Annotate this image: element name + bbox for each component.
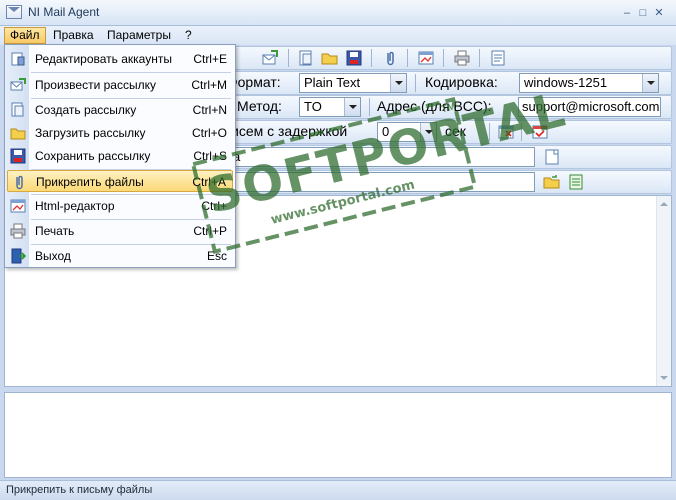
menu-item-create-mailing[interactable]: Создать рассылку Ctrl+N xyxy=(7,99,233,121)
close-icon[interactable]: ✕ xyxy=(653,7,665,19)
html-editor-icon xyxy=(10,198,26,214)
paperclip-icon[interactable] xyxy=(381,49,399,67)
menu-item-send-mailing[interactable]: Произвести рассылку Ctrl+M xyxy=(7,74,233,96)
encoding-label: Кодировка: xyxy=(425,74,498,90)
menu-settings[interactable]: Параметры xyxy=(102,27,176,44)
format-value: Plain Text xyxy=(304,75,361,90)
title-bar: NI Mail Agent – □ ✕ xyxy=(0,0,676,26)
menu-item-exit[interactable]: Выход Esc xyxy=(7,245,233,267)
new-document-icon[interactable] xyxy=(297,49,315,67)
open-folder-icon xyxy=(10,125,26,141)
menu-item-print[interactable]: Печать Ctrl+P xyxy=(7,220,233,242)
send-mail-icon xyxy=(10,77,26,93)
menu-file[interactable]: Файл xyxy=(4,27,46,44)
new-document-icon xyxy=(10,102,26,118)
printer-icon[interactable] xyxy=(453,49,471,67)
method-label: Метод: xyxy=(237,98,282,114)
vertical-scrollbar[interactable] xyxy=(656,196,671,386)
menu-edit[interactable]: Правка xyxy=(48,27,99,44)
printer-icon xyxy=(10,223,26,239)
format-select[interactable]: Plain Text xyxy=(299,73,407,93)
save-disk-icon[interactable] xyxy=(345,49,363,67)
method-value: TO xyxy=(304,99,322,114)
chevron-down-icon[interactable] xyxy=(390,74,406,92)
scroll-down-icon[interactable] xyxy=(660,376,668,380)
document-list-icon[interactable] xyxy=(489,49,507,67)
menu-item-edit-accounts[interactable]: Редактировать аккаунты Ctrl+E xyxy=(7,48,233,70)
chevron-down-icon[interactable] xyxy=(642,74,658,92)
app-mail-icon xyxy=(6,5,22,19)
new-document-icon[interactable] xyxy=(543,148,561,166)
maximize-icon[interactable]: □ xyxy=(637,7,649,19)
attachments-pane[interactable] xyxy=(4,392,672,478)
menu-help[interactable]: ? xyxy=(180,27,197,44)
exit-icon xyxy=(10,248,27,264)
green-document-icon[interactable] xyxy=(567,173,585,191)
window-title: NI Mail Agent xyxy=(28,5,100,19)
scroll-up-icon[interactable] xyxy=(660,202,668,206)
minimize-icon[interactable]: – xyxy=(621,7,633,19)
save-disk-icon xyxy=(10,148,26,164)
status-bar: Прикрепить к письму файлы xyxy=(0,480,676,500)
open-folder-icon[interactable] xyxy=(321,49,339,67)
paperclip-icon xyxy=(11,174,27,190)
menu-bar: Файл Правка Параметры ? xyxy=(0,26,676,45)
accounts-icon xyxy=(10,51,26,67)
send-mail-icon[interactable] xyxy=(261,49,279,67)
menu-item-load-mailing[interactable]: Загрузить рассылку Ctrl+O xyxy=(7,122,233,144)
open-folder-icon[interactable] xyxy=(543,173,561,191)
status-text: Прикрепить к письму файлы xyxy=(6,484,153,496)
html-editor-icon[interactable] xyxy=(417,49,435,67)
